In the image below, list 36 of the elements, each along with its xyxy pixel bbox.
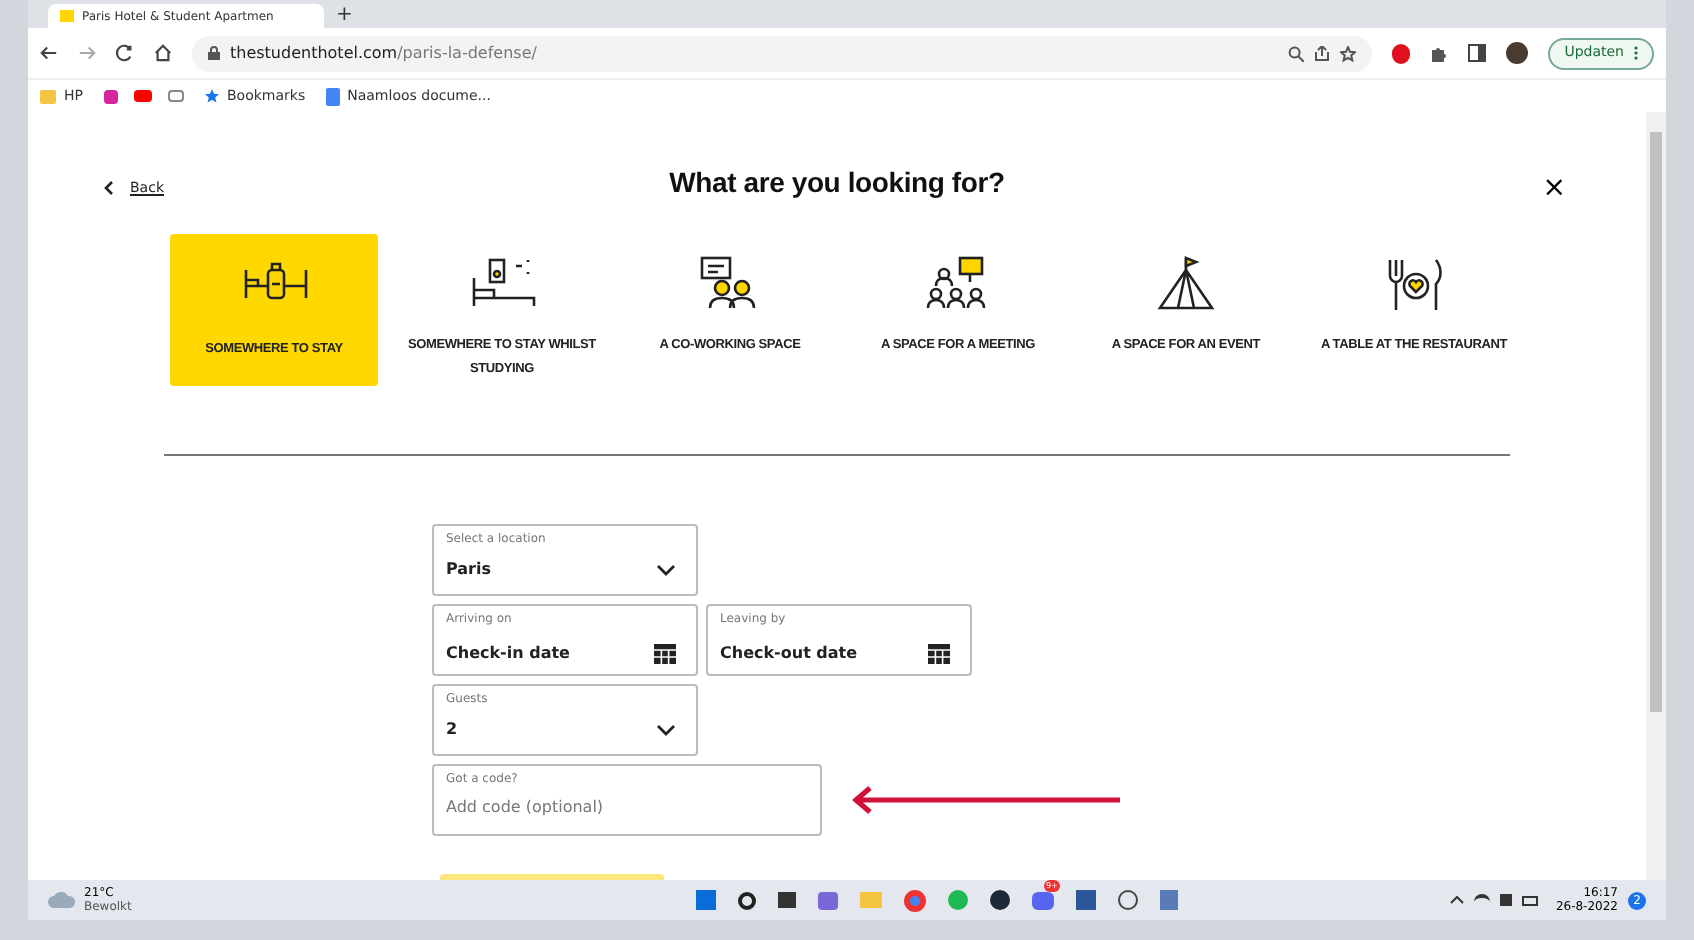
url-text: thestudenthotel.com/paris-la-defense/ xyxy=(230,41,539,65)
favicon-icon xyxy=(60,10,74,22)
event-icon xyxy=(1152,254,1220,314)
side-panel-icon[interactable] xyxy=(1468,44,1487,62)
star-icon[interactable] xyxy=(1340,45,1357,61)
cloud-icon xyxy=(48,892,76,908)
field-value: Paris xyxy=(446,558,491,582)
chevron-up-icon[interactable] xyxy=(1449,896,1464,904)
field-value: Check-out date xyxy=(720,642,858,666)
field-value: Check-in date xyxy=(446,642,570,666)
reload-icon[interactable] xyxy=(116,44,134,62)
calendar-icon xyxy=(928,644,950,664)
chevron-down-icon xyxy=(656,564,676,576)
search-icon[interactable] xyxy=(1288,45,1305,61)
page-title: What are you looking for? xyxy=(667,164,1007,202)
code-input[interactable]: Add code (optional) xyxy=(446,796,808,820)
chrome-icon[interactable] xyxy=(903,889,926,911)
search-icon[interactable] xyxy=(737,891,756,909)
back-icon[interactable] xyxy=(40,44,58,62)
folder-icon xyxy=(40,89,56,103)
field-value: 2 xyxy=(446,718,458,742)
share-icon[interactable] xyxy=(1314,45,1331,61)
home-icon[interactable] xyxy=(154,44,172,62)
calendar-icon xyxy=(654,644,676,664)
extensions-icon[interactable] xyxy=(1430,44,1449,62)
lock-icon xyxy=(208,46,220,60)
address-bar[interactable]: thestudenthotel.com/paris-la-defense/ xyxy=(192,35,1373,71)
clock-icon[interactable] xyxy=(1117,890,1138,910)
battery-icon[interactable] xyxy=(1521,895,1538,905)
chevron-down-icon xyxy=(656,724,676,736)
scrollbar[interactable] xyxy=(1646,112,1666,880)
new-tab-button[interactable]: + xyxy=(336,4,353,28)
avatar-icon[interactable] xyxy=(1506,42,1529,64)
document-icon xyxy=(325,87,340,105)
star-icon xyxy=(203,88,219,104)
close-button[interactable]: × xyxy=(1370,174,1570,202)
